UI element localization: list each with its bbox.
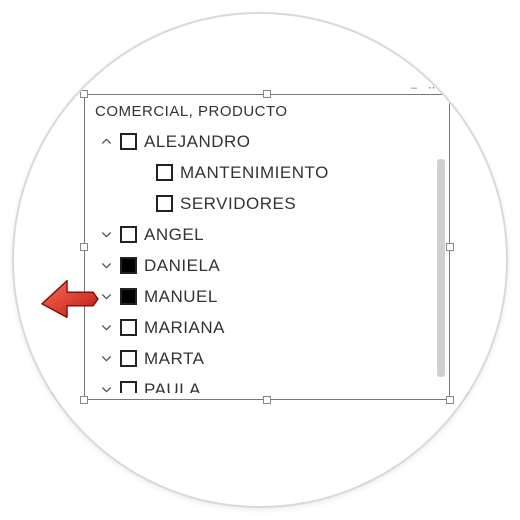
- tree-row-label: SERVIDORES: [180, 195, 296, 212]
- chevron-down-icon[interactable]: [99, 228, 113, 242]
- chevron-down-icon[interactable]: [99, 321, 113, 335]
- checkbox[interactable]: [120, 319, 137, 336]
- tree-row[interactable]: SERVIDORES: [91, 188, 443, 219]
- tree-row[interactable]: PAULA: [91, 374, 443, 393]
- slicer-body: COMERCIAL, PRODUCTO ALEJANDRO MANTENIMIEN…: [91, 101, 443, 393]
- checkbox[interactable]: [120, 226, 137, 243]
- tree-row[interactable]: MANUEL: [91, 281, 443, 312]
- resize-handle[interactable]: [80, 243, 88, 251]
- pointer-arrow-icon: [40, 274, 98, 324]
- checkbox[interactable]: [120, 288, 137, 305]
- chevron-down-icon[interactable]: [99, 259, 113, 273]
- tree-row[interactable]: DANIELA: [91, 250, 443, 281]
- tree-row-label: ALEJANDRO: [144, 133, 251, 150]
- tree-row[interactable]: ALEJANDRO: [91, 126, 443, 157]
- checkbox[interactable]: [156, 164, 173, 181]
- tree-row[interactable]: MANTENIMIENTO: [91, 157, 443, 188]
- resize-handle[interactable]: [263, 90, 271, 98]
- tree-row-label: MARTA: [144, 350, 204, 367]
- tree-row-label: MANUEL: [144, 288, 218, 305]
- tree-row-label: DANIELA: [144, 257, 220, 274]
- checkbox[interactable]: [156, 195, 173, 212]
- chevron-down-icon[interactable]: [99, 383, 113, 394]
- tree-row-label: PAULA: [144, 381, 201, 393]
- vertical-scrollbar[interactable]: [437, 159, 445, 377]
- checkbox[interactable]: [120, 381, 137, 393]
- visual-header-controls[interactable]: – ⋯: [411, 81, 443, 94]
- resize-handle[interactable]: [80, 396, 88, 404]
- spacer: [135, 166, 149, 180]
- chevron-down-icon[interactable]: [99, 290, 113, 304]
- chevron-up-icon[interactable]: [99, 135, 113, 149]
- resize-handle[interactable]: [446, 90, 454, 98]
- tree-row[interactable]: MARIANA: [91, 312, 443, 343]
- resize-handle[interactable]: [263, 396, 271, 404]
- tree-row[interactable]: MARTA: [91, 343, 443, 374]
- chevron-down-icon[interactable]: [99, 352, 113, 366]
- slicer-tree: ALEJANDRO MANTENIMIENTO SERVIDORES ANGEL DAN…: [91, 126, 443, 393]
- slicer-title: COMERCIAL, PRODUCTO: [95, 103, 443, 120]
- tree-row-label: MANTENIMIENTO: [180, 164, 329, 181]
- tree-row-label: ANGEL: [144, 226, 204, 243]
- spacer: [135, 197, 149, 211]
- resize-handle[interactable]: [80, 90, 88, 98]
- tree-row[interactable]: ANGEL: [91, 219, 443, 250]
- checkbox[interactable]: [120, 257, 137, 274]
- checkbox[interactable]: [120, 133, 137, 150]
- circle-mask: – ⋯ COMERCIAL, PRODUCTO ALEJANDRO MANTENI…: [12, 12, 508, 508]
- slicer-visual[interactable]: – ⋯ COMERCIAL, PRODUCTO ALEJANDROMANTENI…: [84, 94, 450, 400]
- tree-row-label: MARIANA: [144, 319, 225, 336]
- resize-handle[interactable]: [446, 243, 454, 251]
- resize-handle[interactable]: [446, 396, 454, 404]
- checkbox[interactable]: [120, 350, 137, 367]
